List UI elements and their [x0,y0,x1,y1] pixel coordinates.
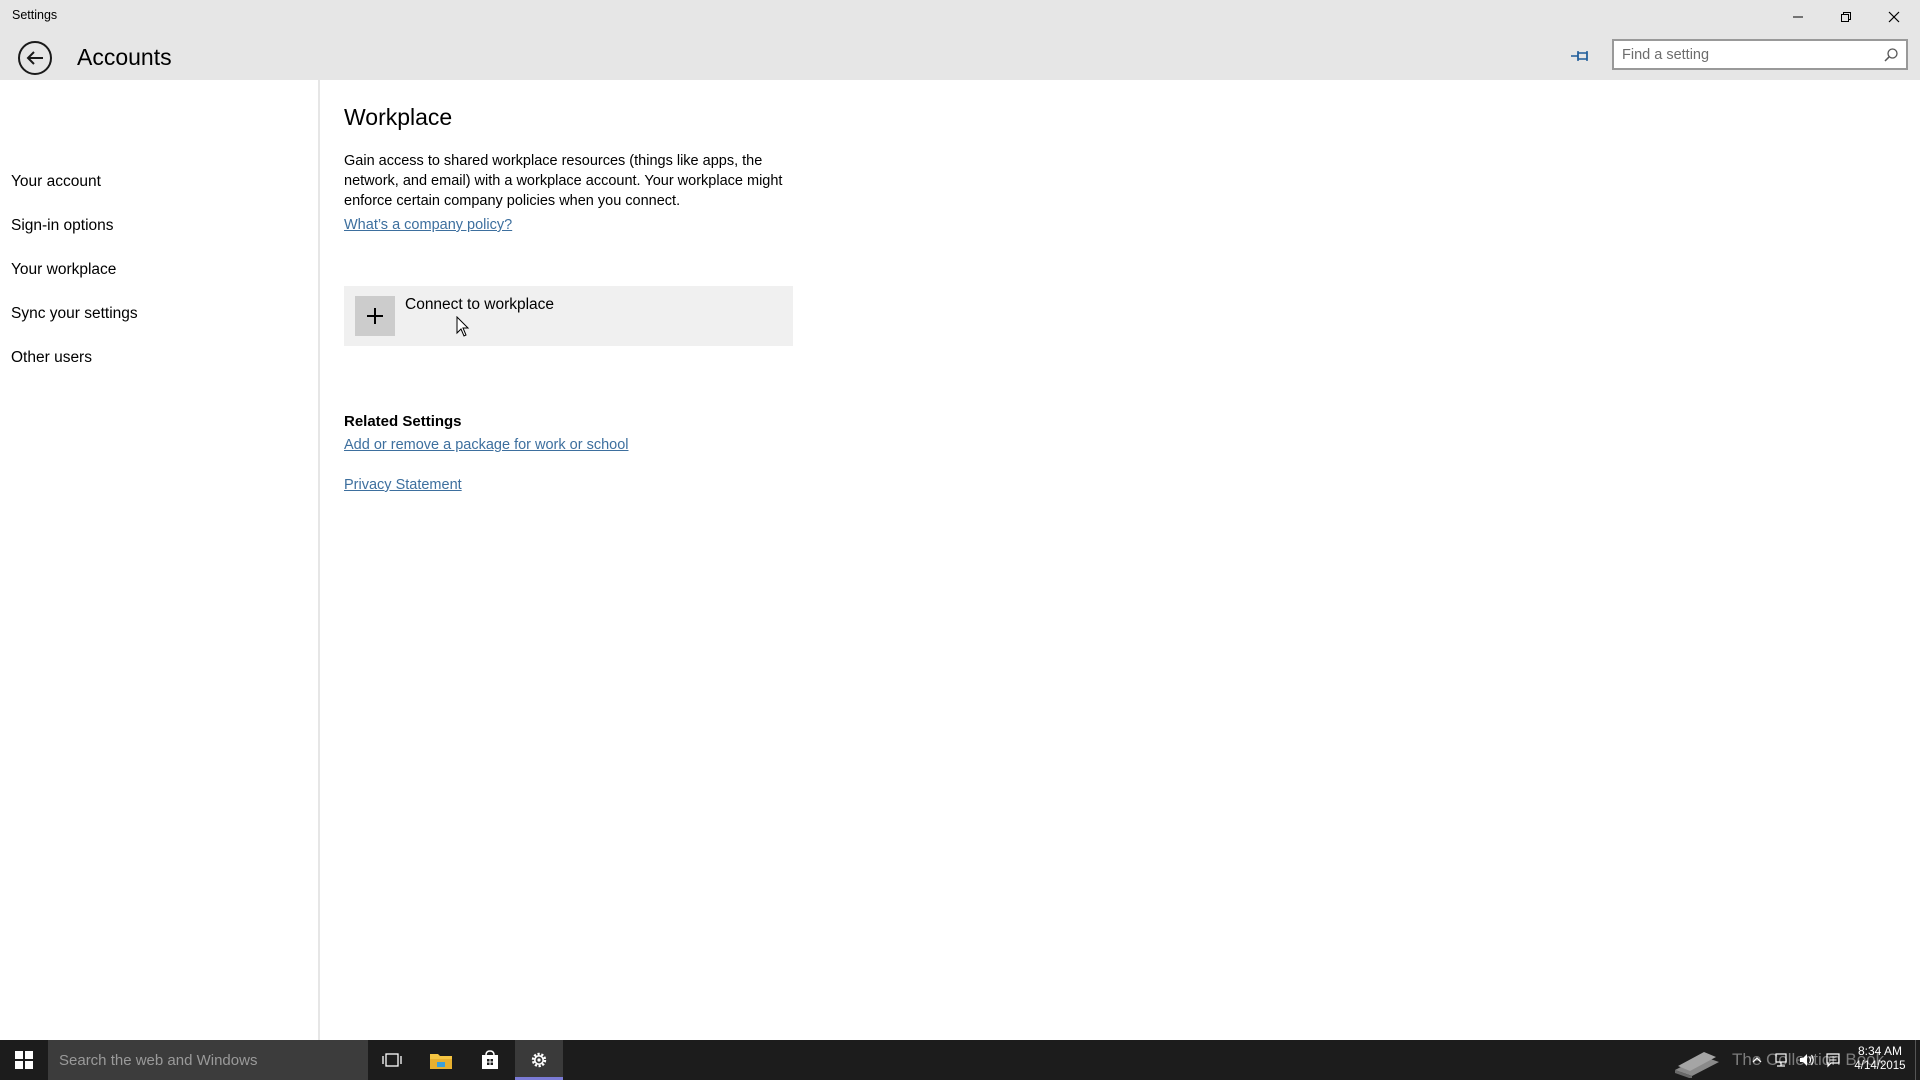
sidebar-item-your-workplace[interactable]: Your workplace [11,255,116,285]
taskbar-search-input[interactable] [48,1040,368,1080]
related-settings-heading: Related Settings [344,413,462,430]
speaker-icon [1800,1054,1814,1066]
network-icon [1775,1053,1787,1067]
company-policy-link[interactable]: What’s a company policy? [344,217,512,233]
connect-to-workplace-button[interactable]: Connect to workplace [344,286,793,346]
window-title: Settings [12,8,58,22]
sidebar-item-your-account[interactable]: Your account [11,167,101,197]
search-input[interactable] [1614,41,1874,68]
task-view-button[interactable] [368,1040,416,1080]
file-explorer-icon [430,1054,452,1069]
task-view-icon [382,1053,402,1067]
minimize-icon [1793,16,1803,17]
back-arrow-icon [26,51,43,65]
page-title: Accounts [77,44,172,70]
sidebar-item-other-users[interactable]: Other users [11,343,92,373]
pin-icon [1571,51,1588,61]
clock-time: 8:34 AM [1857,1044,1903,1058]
start-button[interactable] [0,1040,47,1080]
show-hidden-icons-button[interactable] [1747,1051,1767,1069]
mouse-pointer-icon [456,316,470,337]
privacy-statement-link[interactable]: Privacy Statement [344,477,462,493]
book-logo-icon [1675,1052,1719,1078]
taskbar-search-box [48,1040,368,1080]
store-button[interactable] [466,1040,514,1080]
close-button[interactable] [1871,0,1917,33]
restore-button[interactable] [1823,0,1869,33]
show-desktop-button[interactable] [1915,1040,1920,1080]
restore-icon [1841,11,1851,22]
header-bar: Accounts [0,33,1920,80]
store-icon [482,1050,498,1069]
volume-button[interactable] [1797,1051,1817,1069]
clock-date: 4/14/2015 [1854,1060,1906,1072]
section-title: Workplace [344,104,453,130]
sidebar-item-sync-your-settings[interactable]: Sync your settings [11,299,138,329]
minimize-button[interactable] [1775,0,1821,33]
action-center-button[interactable] [1823,1051,1843,1069]
main-content: Workplace Gain access to shared workplac… [322,80,1920,1040]
chevron-up-icon [1752,1057,1762,1063]
taskbar: The Collection Book 8:34 AM 4/14/2015 [0,1040,1920,1080]
sidebar: Your account Sign-in options Your workpl… [0,80,320,1040]
plus-icon [367,308,383,324]
title-bar: Settings [0,0,1920,33]
network-button[interactable] [1771,1051,1791,1069]
search-box [1612,39,1908,70]
close-icon [1888,11,1900,22]
connect-to-workplace-label: Connect to workplace [405,296,555,313]
search-icon[interactable] [1882,46,1900,64]
pin-to-start-button[interactable] [1565,42,1597,70]
plus-tile [355,296,395,336]
notification-icon [1826,1053,1840,1068]
windows-logo-icon [14,1051,33,1069]
file-explorer-button[interactable] [417,1040,465,1080]
workplace-description: Gain access to shared workplace resource… [344,153,783,209]
back-button[interactable] [18,41,52,75]
gear-icon [531,1052,547,1068]
sidebar-item-sign-in-options[interactable]: Sign-in options [11,211,114,241]
settings-app-button[interactable] [515,1040,563,1080]
system-clock[interactable]: 8:34 AM 4/14/2015 [1848,1044,1912,1074]
add-remove-package-link[interactable]: Add or remove a package for work or scho… [344,437,629,453]
